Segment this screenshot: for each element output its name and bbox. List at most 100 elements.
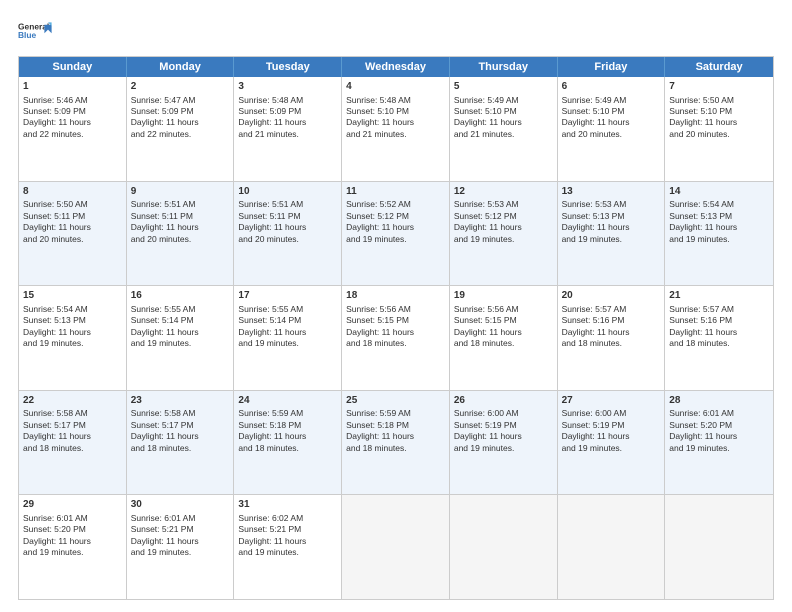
logo-icon: General Blue — [18, 18, 54, 46]
day-cell-15: 15Sunrise: 5:54 AM Sunset: 5:13 PM Dayli… — [19, 286, 127, 390]
day-info: Sunrise: 5:57 AM Sunset: 5:16 PM Dayligh… — [562, 304, 630, 348]
header-cell-tuesday: Tuesday — [234, 57, 342, 77]
day-number: 9 — [131, 185, 230, 199]
empty-cell — [558, 495, 666, 599]
day-number: 26 — [454, 394, 553, 408]
header-cell-thursday: Thursday — [450, 57, 558, 77]
day-number: 5 — [454, 80, 553, 94]
day-info: Sunrise: 6:01 AM Sunset: 5:21 PM Dayligh… — [131, 513, 199, 557]
day-number: 25 — [346, 394, 445, 408]
day-number: 18 — [346, 289, 445, 303]
day-number: 29 — [23, 498, 122, 512]
day-info: Sunrise: 5:53 AM Sunset: 5:12 PM Dayligh… — [454, 199, 522, 243]
day-info: Sunrise: 5:59 AM Sunset: 5:18 PM Dayligh… — [346, 408, 414, 452]
calendar-week-1: 1Sunrise: 5:46 AM Sunset: 5:09 PM Daylig… — [19, 77, 773, 182]
header-cell-wednesday: Wednesday — [342, 57, 450, 77]
svg-text:Blue: Blue — [18, 30, 37, 40]
header-cell-friday: Friday — [558, 57, 666, 77]
day-cell-4: 4Sunrise: 5:48 AM Sunset: 5:10 PM Daylig… — [342, 77, 450, 181]
header: General Blue — [18, 18, 774, 48]
day-info: Sunrise: 5:48 AM Sunset: 5:09 PM Dayligh… — [238, 95, 306, 139]
day-cell-20: 20Sunrise: 5:57 AM Sunset: 5:16 PM Dayli… — [558, 286, 666, 390]
empty-cell — [450, 495, 558, 599]
day-info: Sunrise: 5:58 AM Sunset: 5:17 PM Dayligh… — [131, 408, 199, 452]
day-number: 30 — [131, 498, 230, 512]
day-info: Sunrise: 5:53 AM Sunset: 5:13 PM Dayligh… — [562, 199, 630, 243]
day-info: Sunrise: 5:47 AM Sunset: 5:09 PM Dayligh… — [131, 95, 199, 139]
day-number: 27 — [562, 394, 661, 408]
day-number: 14 — [669, 185, 769, 199]
day-number: 3 — [238, 80, 337, 94]
day-info: Sunrise: 5:49 AM Sunset: 5:10 PM Dayligh… — [562, 95, 630, 139]
day-cell-26: 26Sunrise: 6:00 AM Sunset: 5:19 PM Dayli… — [450, 391, 558, 495]
day-info: Sunrise: 5:52 AM Sunset: 5:12 PM Dayligh… — [346, 199, 414, 243]
calendar-week-2: 8Sunrise: 5:50 AM Sunset: 5:11 PM Daylig… — [19, 182, 773, 287]
calendar-body: 1Sunrise: 5:46 AM Sunset: 5:09 PM Daylig… — [19, 77, 773, 599]
day-info: Sunrise: 6:02 AM Sunset: 5:21 PM Dayligh… — [238, 513, 306, 557]
day-cell-14: 14Sunrise: 5:54 AM Sunset: 5:13 PM Dayli… — [665, 182, 773, 286]
empty-cell — [342, 495, 450, 599]
day-number: 12 — [454, 185, 553, 199]
day-number: 20 — [562, 289, 661, 303]
day-cell-6: 6Sunrise: 5:49 AM Sunset: 5:10 PM Daylig… — [558, 77, 666, 181]
page: General Blue SundayMondayTuesdayWednesda… — [0, 0, 792, 612]
day-cell-21: 21Sunrise: 5:57 AM Sunset: 5:16 PM Dayli… — [665, 286, 773, 390]
day-cell-11: 11Sunrise: 5:52 AM Sunset: 5:12 PM Dayli… — [342, 182, 450, 286]
day-number: 2 — [131, 80, 230, 94]
day-cell-22: 22Sunrise: 5:58 AM Sunset: 5:17 PM Dayli… — [19, 391, 127, 495]
calendar-week-5: 29Sunrise: 6:01 AM Sunset: 5:20 PM Dayli… — [19, 495, 773, 599]
day-info: Sunrise: 5:55 AM Sunset: 5:14 PM Dayligh… — [238, 304, 306, 348]
day-info: Sunrise: 5:56 AM Sunset: 5:15 PM Dayligh… — [454, 304, 522, 348]
day-info: Sunrise: 6:00 AM Sunset: 5:19 PM Dayligh… — [454, 408, 522, 452]
day-info: Sunrise: 5:58 AM Sunset: 5:17 PM Dayligh… — [23, 408, 91, 452]
day-info: Sunrise: 5:56 AM Sunset: 5:15 PM Dayligh… — [346, 304, 414, 348]
day-number: 1 — [23, 80, 122, 94]
day-info: Sunrise: 6:00 AM Sunset: 5:19 PM Dayligh… — [562, 408, 630, 452]
header-cell-saturday: Saturday — [665, 57, 773, 77]
day-cell-12: 12Sunrise: 5:53 AM Sunset: 5:12 PM Dayli… — [450, 182, 558, 286]
day-info: Sunrise: 5:57 AM Sunset: 5:16 PM Dayligh… — [669, 304, 737, 348]
day-info: Sunrise: 6:01 AM Sunset: 5:20 PM Dayligh… — [669, 408, 737, 452]
day-cell-18: 18Sunrise: 5:56 AM Sunset: 5:15 PM Dayli… — [342, 286, 450, 390]
day-number: 7 — [669, 80, 769, 94]
day-number: 17 — [238, 289, 337, 303]
day-cell-23: 23Sunrise: 5:58 AM Sunset: 5:17 PM Dayli… — [127, 391, 235, 495]
calendar-week-3: 15Sunrise: 5:54 AM Sunset: 5:13 PM Dayli… — [19, 286, 773, 391]
day-cell-24: 24Sunrise: 5:59 AM Sunset: 5:18 PM Dayli… — [234, 391, 342, 495]
day-number: 11 — [346, 185, 445, 199]
day-number: 19 — [454, 289, 553, 303]
day-info: Sunrise: 5:48 AM Sunset: 5:10 PM Dayligh… — [346, 95, 414, 139]
day-number: 31 — [238, 498, 337, 512]
day-info: Sunrise: 5:46 AM Sunset: 5:09 PM Dayligh… — [23, 95, 91, 139]
day-cell-10: 10Sunrise: 5:51 AM Sunset: 5:11 PM Dayli… — [234, 182, 342, 286]
day-number: 8 — [23, 185, 122, 199]
day-info: Sunrise: 5:54 AM Sunset: 5:13 PM Dayligh… — [23, 304, 91, 348]
day-cell-30: 30Sunrise: 6:01 AM Sunset: 5:21 PM Dayli… — [127, 495, 235, 599]
day-info: Sunrise: 5:55 AM Sunset: 5:14 PM Dayligh… — [131, 304, 199, 348]
day-info: Sunrise: 5:49 AM Sunset: 5:10 PM Dayligh… — [454, 95, 522, 139]
day-cell-27: 27Sunrise: 6:00 AM Sunset: 5:19 PM Dayli… — [558, 391, 666, 495]
day-cell-5: 5Sunrise: 5:49 AM Sunset: 5:10 PM Daylig… — [450, 77, 558, 181]
day-info: Sunrise: 5:54 AM Sunset: 5:13 PM Dayligh… — [669, 199, 737, 243]
day-cell-2: 2Sunrise: 5:47 AM Sunset: 5:09 PM Daylig… — [127, 77, 235, 181]
day-info: Sunrise: 5:51 AM Sunset: 5:11 PM Dayligh… — [238, 199, 306, 243]
day-number: 22 — [23, 394, 122, 408]
logo: General Blue — [18, 18, 54, 48]
day-number: 16 — [131, 289, 230, 303]
day-number: 10 — [238, 185, 337, 199]
calendar-week-4: 22Sunrise: 5:58 AM Sunset: 5:17 PM Dayli… — [19, 391, 773, 496]
day-cell-29: 29Sunrise: 6:01 AM Sunset: 5:20 PM Dayli… — [19, 495, 127, 599]
day-cell-13: 13Sunrise: 5:53 AM Sunset: 5:13 PM Dayli… — [558, 182, 666, 286]
empty-cell — [665, 495, 773, 599]
day-cell-7: 7Sunrise: 5:50 AM Sunset: 5:10 PM Daylig… — [665, 77, 773, 181]
header-cell-monday: Monday — [127, 57, 235, 77]
day-number: 4 — [346, 80, 445, 94]
day-cell-9: 9Sunrise: 5:51 AM Sunset: 5:11 PM Daylig… — [127, 182, 235, 286]
calendar-header: SundayMondayTuesdayWednesdayThursdayFrid… — [19, 57, 773, 77]
day-info: Sunrise: 6:01 AM Sunset: 5:20 PM Dayligh… — [23, 513, 91, 557]
day-cell-1: 1Sunrise: 5:46 AM Sunset: 5:09 PM Daylig… — [19, 77, 127, 181]
day-cell-3: 3Sunrise: 5:48 AM Sunset: 5:09 PM Daylig… — [234, 77, 342, 181]
day-number: 21 — [669, 289, 769, 303]
calendar: SundayMondayTuesdayWednesdayThursdayFrid… — [18, 56, 774, 600]
day-number: 24 — [238, 394, 337, 408]
